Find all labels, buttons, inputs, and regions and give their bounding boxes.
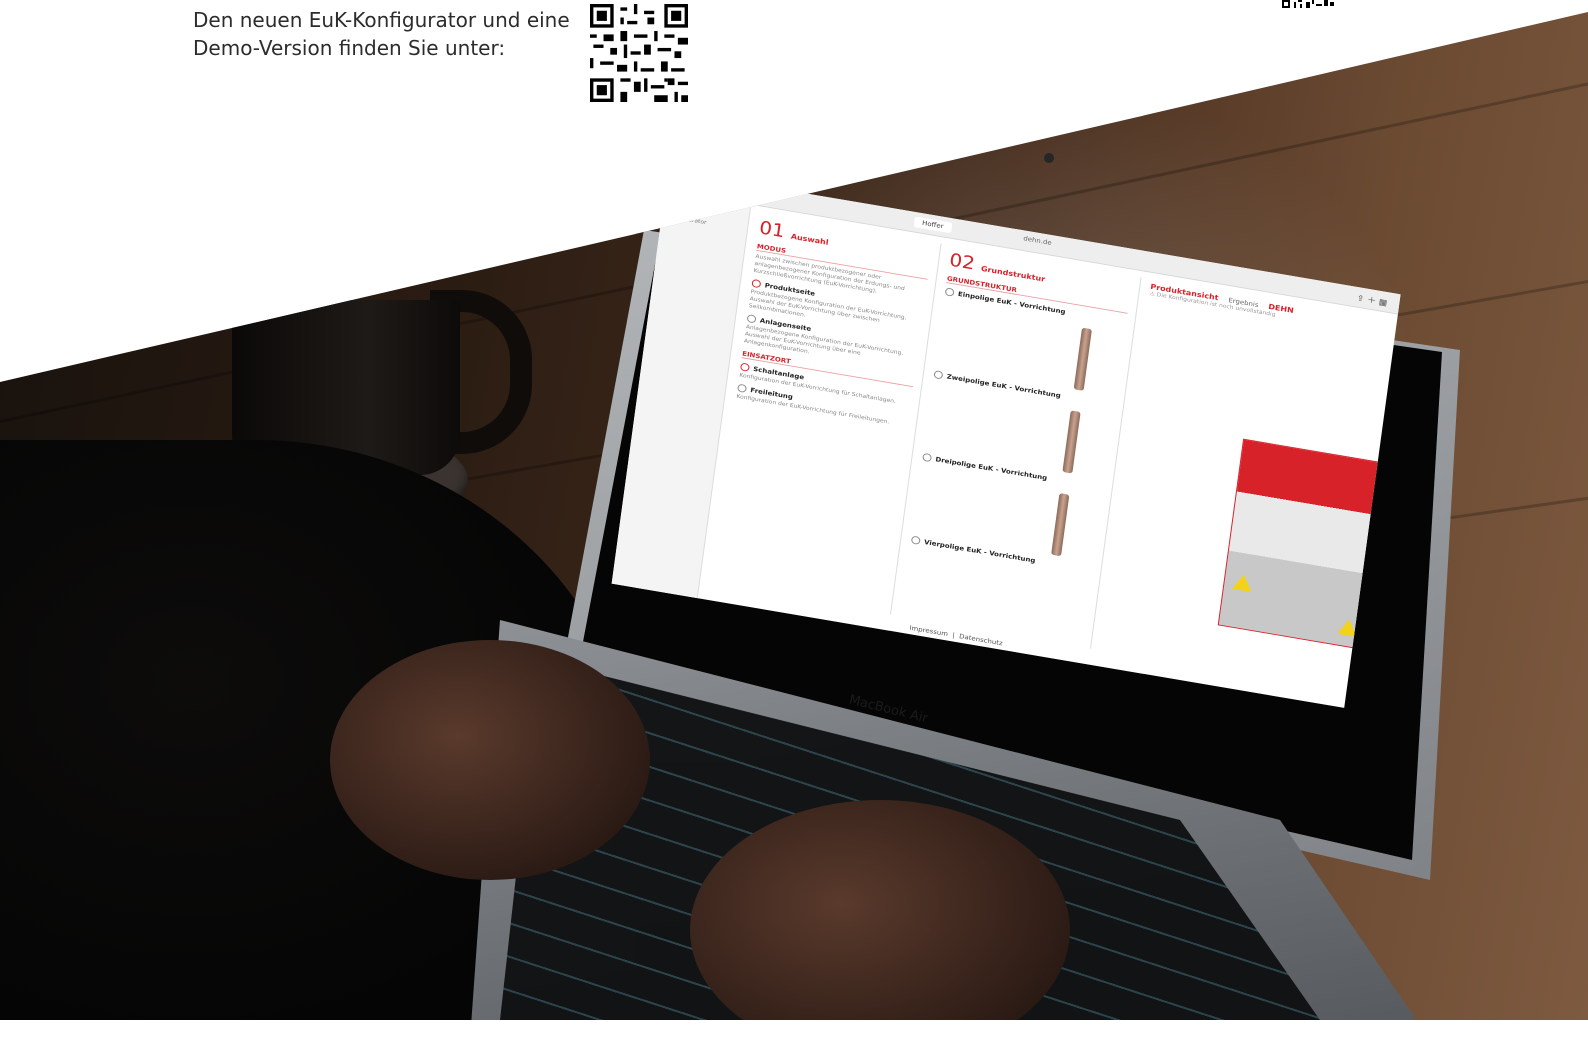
- intro-line-2: Demo-Version finden Sie unter:: [193, 36, 506, 60]
- option-label: Vierpolige EuK - Vorrichtung: [923, 538, 1036, 565]
- step-2-number: 02: [948, 248, 977, 275]
- radio-icon[interactable]: [751, 278, 762, 289]
- cable-image: [1051, 493, 1070, 557]
- browser-tab[interactable]: Hoffer: [913, 216, 953, 234]
- step-2-title: Grundstruktur: [980, 264, 1046, 284]
- webcam: [1044, 153, 1054, 163]
- high-voltage-icon: [1232, 573, 1254, 592]
- result-panel: Produktansicht Ergebnis DEHN ⚠ Die Konfi…: [1093, 278, 1397, 692]
- cable-image: [1073, 327, 1092, 391]
- qr-code[interactable]: [590, 4, 688, 102]
- radio-icon[interactable]: [910, 535, 921, 545]
- radio-icon[interactable]: [933, 370, 944, 380]
- address-bar[interactable]: dehn.de: [1023, 235, 1052, 247]
- radio-icon[interactable]: [737, 383, 748, 394]
- sidebar-item-einsatzort[interactable]: Einsatzort: [672, 194, 742, 212]
- cable-image: [1062, 410, 1081, 474]
- qr-code-fragment: [1282, 0, 1334, 8]
- option-label: Dreipolige EuK - Vorrichtung: [935, 455, 1048, 482]
- radio-icon[interactable]: [922, 452, 933, 463]
- option-vierpolig[interactable]: Vierpolige EuK - Vorrichtung: [910, 535, 1093, 575]
- step-1-title: Auswahl: [790, 232, 830, 247]
- radio-icon[interactable]: [944, 287, 955, 297]
- intro-line-1: Den neuen EuK-Konfigurator und eine: [193, 8, 570, 32]
- radio-icon[interactable]: [739, 362, 750, 372]
- step-1-number: 01: [758, 216, 787, 242]
- browser-icons: ⇪ ＋ ▦: [1356, 294, 1388, 309]
- left-hand: [330, 640, 650, 880]
- laptop-photo: Hoffer dehn.de ⇪ ＋ ▦ Einsatzort Schaltan…: [0, 12, 1588, 1020]
- option-dreipolig[interactable]: Dreipolige EuK - Vorrichtung: [922, 452, 1104, 492]
- intro-text: Den neuen EuK-Konfigurator und eine Demo…: [193, 6, 573, 62]
- right-hand: [690, 800, 1070, 1020]
- option-label: Zweipolige EuK - Vorrichtung: [946, 372, 1062, 400]
- radio-icon[interactable]: [746, 314, 757, 324]
- option-zweipolig[interactable]: Zweipolige EuK - Vorrichtung: [933, 370, 1115, 409]
